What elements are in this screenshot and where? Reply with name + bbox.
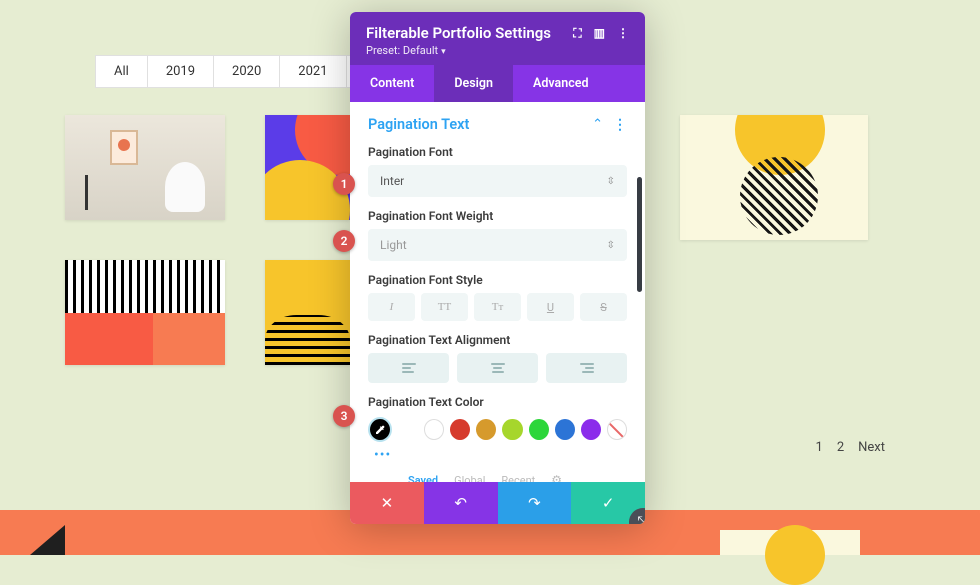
filter-tab-2021[interactable]: 2021 <box>280 56 346 87</box>
smallcaps-button[interactable]: Tᴛ <box>474 293 521 321</box>
tab-design[interactable]: Design <box>434 65 513 102</box>
font-select[interactable]: Inter⇳ <box>368 165 627 197</box>
portfolio-item[interactable] <box>265 260 350 365</box>
gear-icon[interactable]: ⚙ <box>551 473 562 482</box>
align-right-button[interactable] <box>546 353 627 383</box>
annotation-marker-1: 1 <box>333 173 355 195</box>
weight-select[interactable]: Light⇳ <box>368 229 627 261</box>
portfolio-item[interactable] <box>65 260 225 365</box>
color-swatch[interactable] <box>555 419 575 440</box>
scrollbar[interactable] <box>637 177 642 292</box>
more-icon[interactable]: ⋮ <box>617 26 629 41</box>
align-left-button[interactable] <box>368 353 449 383</box>
section-title[interactable]: Pagination Text <box>368 116 469 133</box>
color-swatch[interactable] <box>398 419 418 440</box>
color-tab-saved[interactable]: Saved <box>408 474 438 483</box>
color-label: Pagination Text Color <box>368 395 627 409</box>
portfolio-item[interactable] <box>65 115 225 220</box>
filter-tab-2020[interactable]: 2020 <box>214 56 280 87</box>
color-swatch[interactable] <box>529 419 549 440</box>
more-colors-icon[interactable]: ••• <box>368 445 627 465</box>
portfolio-item[interactable] <box>265 115 350 220</box>
filter-tab-all[interactable]: All <box>96 56 148 87</box>
font-label: Pagination Font <box>368 145 627 159</box>
weight-label: Pagination Font Weight <box>368 209 627 223</box>
panel-footer: ✕ ↶ ↷ ✓ <box>350 482 645 524</box>
color-swatch[interactable] <box>581 419 601 440</box>
portfolio-item[interactable] <box>680 115 868 240</box>
focus-icon[interactable]: ⛶ <box>573 26 581 41</box>
annotation-marker-3: 3 <box>333 405 355 427</box>
tab-advanced[interactable]: Advanced <box>513 65 609 102</box>
panel-tabs: Content Design Advanced <box>350 65 645 102</box>
section-more-icon[interactable]: ⋮ <box>613 117 627 133</box>
page-next[interactable]: Next <box>858 440 885 455</box>
panel-body: Pagination Text ⌃ ⋮ Pagination Font Inte… <box>350 102 645 482</box>
redo-button[interactable]: ↷ <box>498 482 572 524</box>
color-tab-recent[interactable]: Recent <box>501 474 535 483</box>
style-label: Pagination Font Style <box>368 273 627 287</box>
page-2[interactable]: 2 <box>837 440 844 455</box>
filter-tab-2019[interactable]: 2019 <box>148 56 214 87</box>
color-swatch[interactable] <box>476 419 496 440</box>
color-tab-global[interactable]: Global <box>454 474 485 483</box>
column-icon[interactable]: ▥ <box>594 26 605 41</box>
color-swatch[interactable] <box>424 419 444 440</box>
italic-button[interactable]: I <box>368 293 415 321</box>
color-swatch[interactable] <box>450 419 470 440</box>
annotation-marker-2: 2 <box>333 230 355 252</box>
collapse-icon[interactable]: ⌃ <box>592 117 603 132</box>
color-none[interactable] <box>607 419 627 440</box>
align-center-button[interactable] <box>457 353 538 383</box>
preset-selector[interactable]: Preset: Default▾ <box>366 44 629 57</box>
align-label: Pagination Text Alignment <box>368 333 627 347</box>
settings-panel: Filterable Portfolio Settings ⛶ ▥ ⋮ Pres… <box>350 12 645 524</box>
color-picker-button[interactable] <box>368 417 392 442</box>
page-1[interactable]: 1 <box>816 440 823 455</box>
panel-title-text: Filterable Portfolio Settings <box>366 24 551 42</box>
close-button[interactable]: ✕ <box>350 482 424 524</box>
pagination: 1 2 Next <box>816 440 886 455</box>
panel-header: Filterable Portfolio Settings ⛶ ▥ ⋮ Pres… <box>350 12 645 65</box>
undo-button[interactable]: ↶ <box>424 482 498 524</box>
eyedropper-icon <box>374 424 386 436</box>
tab-content[interactable]: Content <box>350 65 434 102</box>
color-swatch[interactable] <box>502 419 522 440</box>
strikethrough-button[interactable]: S <box>580 293 627 321</box>
underline-button[interactable]: U <box>527 293 574 321</box>
uppercase-button[interactable]: TT <box>421 293 468 321</box>
